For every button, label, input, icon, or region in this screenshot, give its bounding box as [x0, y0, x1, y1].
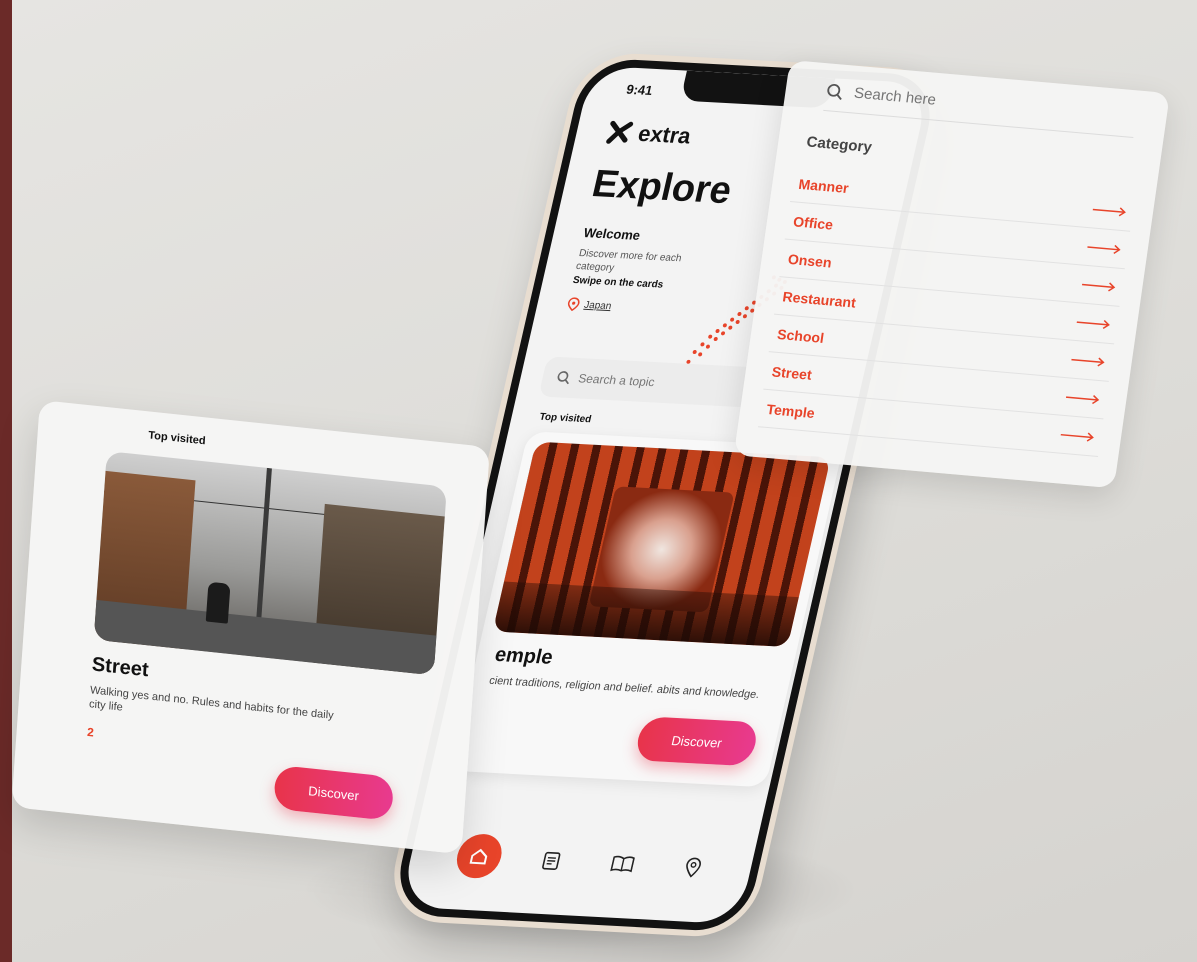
category-label: Onsen: [786, 250, 833, 271]
category-label: Temple: [765, 400, 816, 421]
location-pin-icon: [686, 857, 702, 878]
extra-logo-icon: [606, 120, 634, 144]
status-time: 9:41: [624, 81, 655, 99]
category-label: Street: [770, 363, 813, 383]
category-list: Manner Office Onsen Restaurant School St…: [757, 164, 1136, 457]
card-title: emple: [492, 643, 555, 669]
arrow-right-icon: [1092, 206, 1126, 216]
category-label: Manner: [797, 175, 850, 196]
arrow-right-icon: [1087, 244, 1121, 254]
clipboard-icon: [542, 851, 561, 870]
card-description: Walking yes and no. Rules and habits for…: [88, 684, 335, 722]
swipe-hint: Swipe on the cards: [571, 274, 665, 291]
category-label: School: [776, 325, 826, 346]
brand-name: extra: [635, 120, 694, 149]
discover-button[interactable]: Discover: [633, 716, 761, 767]
brand-logo[interactable]: extra: [604, 119, 694, 149]
category-search-bar[interactable]: [823, 71, 1139, 139]
category-label: Restaurant: [781, 287, 858, 311]
home-icon: [469, 848, 488, 865]
welcome-description: Discover more for each category: [574, 247, 683, 274]
discover-button[interactable]: Discover: [273, 764, 395, 821]
book-icon: [609, 855, 635, 873]
top-visited-label: Top visited: [147, 429, 206, 448]
location-label: Japan: [583, 299, 613, 312]
card-title: Street: [91, 653, 150, 682]
category-search-input[interactable]: [852, 84, 1116, 125]
arrow-right-icon: [1065, 394, 1100, 404]
search-icon: [557, 371, 569, 385]
arrow-right-icon: [1081, 281, 1116, 291]
card-description: cient traditions, religion and belief. a…: [487, 674, 761, 702]
arrow-right-icon: [1071, 356, 1105, 367]
street-card[interactable]: Top visited Street Walking yes and no. R…: [11, 400, 490, 855]
location-link[interactable]: Japan: [566, 297, 613, 313]
page-title: Explore: [588, 162, 736, 213]
nav-notes[interactable]: [527, 839, 576, 881]
location-pin-icon: [567, 297, 580, 312]
search-icon: [827, 83, 842, 100]
street-photo: [93, 451, 447, 676]
category-panel: Category Manner Office Onsen Restaurant …: [733, 60, 1170, 489]
top-visited-label: Top visited: [538, 411, 593, 426]
nav-guide[interactable]: [598, 843, 647, 885]
welcome-heading: Welcome: [582, 224, 642, 243]
arrow-right-icon: [1060, 432, 1094, 442]
left-edge-band: [0, 0, 12, 962]
nav-map[interactable]: [669, 846, 718, 888]
category-label: Office: [792, 212, 835, 233]
category-heading: Category: [805, 133, 873, 157]
temple-photo: [492, 441, 831, 648]
bottom-navigation: [435, 824, 736, 899]
page-indicator: 2: [86, 725, 95, 740]
arrow-right-icon: [1076, 319, 1110, 329]
